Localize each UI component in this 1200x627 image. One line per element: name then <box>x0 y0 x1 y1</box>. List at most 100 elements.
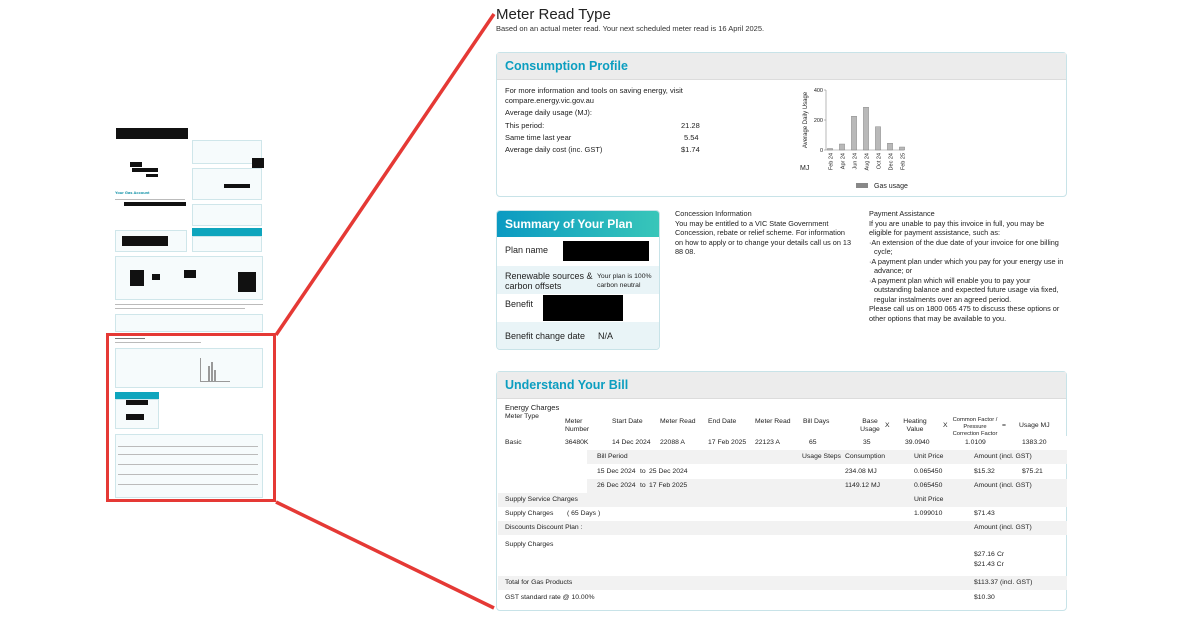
this-period-label: This period: <box>505 121 545 130</box>
supply-charges-2-label: Supply Charges <box>505 541 554 548</box>
hdr-meter-number: Meter Number <box>565 418 590 433</box>
basic-start: 14 Dec 2024 <box>612 439 651 446</box>
avg-cost-value: $1.74 <box>681 145 700 154</box>
period-1-to-word: to <box>640 468 646 475</box>
credit-1-cr: Cr <box>997 551 1005 558</box>
benefit-row: Benefit <box>497 294 659 322</box>
avg-cost-label: Average daily cost (inc. GST) <box>505 145 603 154</box>
last-year-value: 5.54 <box>684 133 699 142</box>
period-1-unit: 0.065450 <box>914 468 943 475</box>
supply-service-band <box>498 493 1067 507</box>
x-tick-label: Feb 25 <box>900 153 906 170</box>
basic-heating: 39.0940 <box>905 439 930 446</box>
period-2-amount: Amount (incl. GST) <box>974 482 1032 489</box>
period-1-subtotal: $75.21 <box>1022 468 1043 475</box>
payment-intro: If you are unable to pay this invoice in… <box>869 218 1045 238</box>
discounts-label: Discounts Discount Plan : <box>505 524 583 531</box>
payment-item: ·A payment plan which will enable you to… <box>869 275 1059 304</box>
this-period-value: 21.28 <box>681 121 700 130</box>
benefit-change-value: N/A <box>598 331 614 341</box>
thumb-panel <box>115 314 263 332</box>
credit-2: $21.43 Cr <box>974 561 1004 568</box>
hdr-usage-steps: Usage Steps <box>802 453 841 460</box>
understand-bill-panel: Understand Your Bill Energy Charges Mete… <box>496 371 1067 611</box>
basic-number: 36480K <box>565 439 589 446</box>
x-tick-label: Oct 24 <box>876 153 882 169</box>
renewable-value: Your plan is 100% carbon neutral <box>597 273 652 289</box>
redacted-logo <box>116 128 188 139</box>
hdr-unit-price: Unit Price <box>914 453 944 460</box>
period-1-amount: $15.32 <box>974 468 995 475</box>
basic-read-1: 22088 A <box>660 439 685 446</box>
hdr-meter-read: Meter Read <box>660 418 696 425</box>
x-tick-label: Dec 24 <box>888 153 894 170</box>
bar <box>827 148 833 151</box>
credit-1: $27.16 <box>974 551 995 558</box>
bar <box>899 146 905 151</box>
consumption-title: Consumption Profile <box>497 53 1066 80</box>
y-tick-label: 200 <box>814 118 823 124</box>
hdr-base-usage: Base Usage <box>860 418 880 433</box>
redacted-block <box>130 162 142 167</box>
basic-days: 65 <box>809 439 817 446</box>
energy-charges-label: Energy Charges <box>505 403 560 412</box>
redacted-block <box>146 174 158 177</box>
period-2-to-word: to <box>640 482 646 489</box>
supply-charges-label: Supply Charges <box>505 510 554 517</box>
hdr-bill-days: Bill Days <box>803 418 830 425</box>
thumb-total-bar <box>192 228 262 236</box>
meter-read-subtitle: Based on an actual meter read. Your next… <box>496 24 765 33</box>
unit-label: MJ <box>800 165 809 172</box>
plan-name-label: Plan name <box>505 245 549 255</box>
gas-usage-chart: 0 200 400 Average Daily Usage Feb 24 Apr 24 Ju… <box>800 88 908 190</box>
total-value: $113.37 (incl. GST) <box>974 579 1033 586</box>
basic-end: 17 Feb 2025 <box>708 439 747 446</box>
plan-summary-panel: Summary of Your Plan Plan name Renewable… <box>496 210 660 350</box>
period-2-unit: 0.065450 <box>914 482 943 489</box>
benefit-change-label: Benefit change date <box>505 331 586 341</box>
thumb-panel <box>192 204 262 226</box>
hdr-times-1: X <box>885 422 890 429</box>
basic-usage: 1383.20 <box>1022 439 1047 446</box>
hdr-consumption: Consumption <box>845 453 886 460</box>
payment-title: Payment Assistance <box>869 209 935 218</box>
avg-usage-label: Average daily usage (MJ): <box>505 108 592 117</box>
discount-amount-label: Amount (incl. GST) <box>974 524 1032 531</box>
x-tick-label: Apr 24 <box>840 153 846 169</box>
supply-days: ( 65 Days ) <box>567 510 601 517</box>
redacted-benefit <box>543 295 623 321</box>
redacted-block <box>132 168 158 172</box>
renewable-label: Renewable sources & carbon offsets <box>505 271 593 291</box>
concession-title: Concession Information <box>675 209 752 218</box>
meter-read-title: Meter Read Type <box>496 6 611 23</box>
supply-amount: $71.43 <box>974 510 995 517</box>
bar <box>863 107 869 151</box>
period-1-to: 25 Dec 2024 <box>649 468 688 475</box>
hdr-times-2: X <box>943 422 948 429</box>
thumb-your-gas-account: Your Gas Account <box>115 190 150 195</box>
y-tick-label: 0 <box>820 148 823 154</box>
payment-outro: Please call us on 1800 065 475 to discus… <box>869 304 1060 323</box>
gst-label: GST standard rate @ 10.00% <box>505 594 595 601</box>
thumb-panel <box>192 236 262 252</box>
total-label: Total for Gas Products <box>505 579 573 586</box>
basic-read-2: 22123 A <box>755 439 780 446</box>
supply-service-label: Supply Service Charges <box>505 496 578 503</box>
hdr-common-factor: Common Factor / Pressure Correction Fact… <box>952 417 998 437</box>
consumption-info: For more information and tools on saving… <box>505 86 683 105</box>
concession-body: You may be entitled to a VIC State Gover… <box>675 218 852 257</box>
bar <box>887 143 893 151</box>
basic-base: 35 <box>863 439 871 446</box>
redacted-block <box>124 202 186 206</box>
x-tick-label: Aug 24 <box>864 153 870 170</box>
understand-bill-title: Understand Your Bill <box>497 372 1066 399</box>
x-tick-label: Feb 24 <box>828 153 834 170</box>
y-tick-label: 400 <box>814 88 823 94</box>
hdr-equals: = <box>1002 422 1006 429</box>
period-2-from: 26 Dec 2024 <box>597 482 636 489</box>
supply-rate: 1.099010 <box>914 510 943 517</box>
hdr-meter-read-2: Meter Read <box>755 418 791 425</box>
plan-summary-title: Summary of Your Plan <box>497 211 659 237</box>
period-2-consumption: 1149.12 MJ <box>845 482 881 489</box>
renewable-row: Renewable sources & carbon offsets Your … <box>497 266 659 294</box>
